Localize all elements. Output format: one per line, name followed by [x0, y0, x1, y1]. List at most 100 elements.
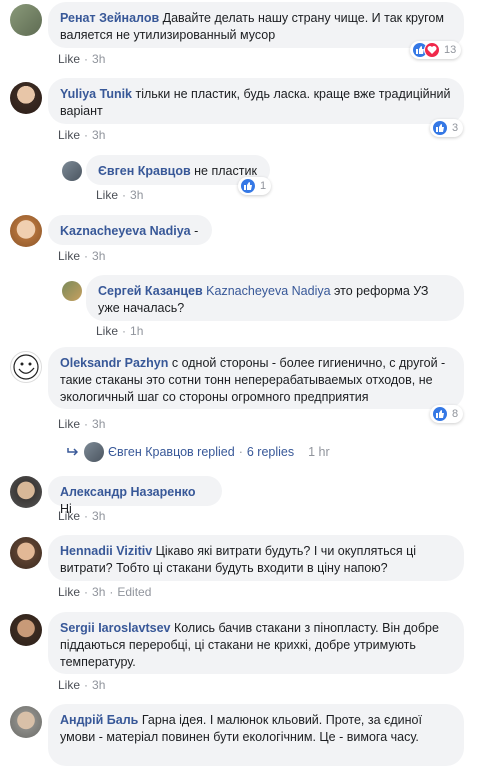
like-button[interactable]: Like	[58, 678, 80, 692]
replied-label: replied	[197, 445, 235, 459]
mention-link[interactable]: Kaznacheyeva Nadiya	[206, 284, 330, 298]
timestamp[interactable]: 1h	[130, 324, 143, 338]
avatar[interactable]	[10, 351, 42, 383]
like-button[interactable]: Like	[58, 52, 80, 66]
comment: Kaznacheyeva Nadiya - Like · 3h	[0, 213, 484, 265]
comment-bubble: Ренат Зейналов Давайте делать нашу стран…	[48, 2, 464, 48]
like-button[interactable]: Like	[58, 128, 80, 142]
meta-separator: ·	[238, 445, 243, 459]
meta-separator: ·	[84, 128, 89, 142]
replies-time: 1 hr	[308, 445, 330, 459]
comment-bubble: Oleksandr Pazhyn с одной стороны - более…	[48, 347, 464, 409]
timestamp[interactable]: 3h	[92, 509, 105, 523]
comment: Ренат Зейналов Давайте делать нашу стран…	[0, 0, 484, 68]
comment-meta: Like · 3h	[96, 188, 143, 202]
comment-meta: Like · 3h	[58, 678, 105, 692]
timestamp[interactable]: 3h	[92, 585, 105, 599]
reply: Євген Кравцов не пластик 1 Like · 3h	[0, 153, 484, 203]
reaction-count[interactable]: 1	[238, 177, 272, 195]
comment: Андрій Баль Гарна ідея. І малюнок кльови…	[0, 704, 484, 766]
timestamp[interactable]: 3h	[92, 52, 105, 66]
comment-meta: Like · 1h	[96, 324, 143, 338]
comment-author[interactable]: Александр Назаренко	[60, 485, 196, 499]
avatar[interactable]	[10, 4, 42, 36]
comment-bubble: Yuliya Tunik тільки не пластик, будь лас…	[48, 78, 464, 124]
avatar[interactable]	[62, 161, 82, 181]
replies-count[interactable]: 6 replies	[247, 445, 294, 459]
comment-bubble: Александр Назаренко Ні	[48, 476, 222, 516]
replier-name[interactable]: Євген Кравцов	[108, 445, 194, 459]
comment-author[interactable]: Hennadii Vizitiv	[60, 544, 152, 558]
comment-author[interactable]: Yuliya Tunik	[60, 87, 132, 101]
like-button[interactable]: Like	[58, 509, 80, 523]
comment-text: -	[194, 224, 199, 238]
comment-meta: Like · 3h	[58, 417, 105, 431]
meta-separator: ·	[122, 324, 127, 338]
comment-author[interactable]: Oleksandr Pazhyn	[60, 356, 168, 370]
meta-separator: ·	[84, 509, 89, 523]
comment-text: не пластик	[194, 164, 257, 178]
like-icon	[432, 120, 448, 136]
avatar[interactable]	[10, 82, 42, 114]
comment-bubble: Hennadii Vizitiv Цікаво які витрати буду…	[48, 535, 464, 581]
like-button[interactable]: Like	[96, 324, 118, 338]
comment-author[interactable]: Андрій Баль	[60, 713, 138, 727]
comment: Yuliya Tunik тільки не пластик, будь лас…	[0, 78, 484, 148]
comment: Hennadii Vizitiv Цікаво які витрати буду…	[0, 535, 484, 605]
reaction-count[interactable]: 3	[430, 119, 464, 137]
comment-meta: Like · 3h	[58, 52, 105, 66]
avatar[interactable]	[62, 281, 82, 301]
avatar[interactable]	[10, 215, 42, 247]
comment-author[interactable]: Ренат Зейналов	[60, 11, 159, 25]
reaction-number: 1	[260, 180, 267, 192]
comment-author[interactable]: Sergii Iaroslavtsev	[60, 621, 170, 635]
comment: Sergii Iaroslavtsev Колись бачив стакани…	[0, 612, 484, 698]
like-button[interactable]: Like	[58, 249, 80, 263]
like-icon	[240, 178, 256, 194]
timestamp[interactable]: 3h	[92, 678, 105, 692]
avatar[interactable]	[10, 614, 42, 646]
reaction-number: 8	[452, 408, 459, 420]
timestamp[interactable]: 3h	[92, 128, 105, 142]
comment-meta: Like · 3h · Edited	[58, 585, 151, 599]
like-button[interactable]: Like	[58, 417, 80, 431]
like-icon	[432, 406, 448, 422]
view-replies-link[interactable]: Євген Кравцов replied · 6 replies 1 hr	[66, 442, 330, 462]
reaction-count[interactable]: 13	[410, 41, 462, 59]
meta-separator: ·	[84, 417, 89, 431]
comment: Александр Назаренко Ні Like · 3h	[0, 474, 484, 528]
reaction-number: 3	[452, 122, 459, 134]
reply: Сергей Казанцев Kaznacheyeva Nadiya это …	[0, 273, 484, 339]
comment-author[interactable]: Kaznacheyeva Nadiya	[60, 224, 191, 238]
comment-bubble: Сергей Казанцев Kaznacheyeva Nadiya это …	[86, 275, 464, 321]
timestamp[interactable]: 3h	[92, 249, 105, 263]
timestamp[interactable]: 3h	[130, 188, 143, 202]
meta-separator: ·	[84, 585, 89, 599]
reply-arrow-icon	[67, 448, 78, 456]
avatar[interactable]	[10, 476, 42, 508]
comment-meta: Like · 3h	[58, 509, 105, 523]
comment-bubble: Sergii Iaroslavtsev Колись бачив стакани…	[48, 612, 464, 674]
like-button[interactable]: Like	[96, 188, 118, 202]
meta-separator: ·	[84, 52, 89, 66]
like-button[interactable]: Like	[58, 585, 80, 599]
edited-label[interactable]: Edited	[117, 585, 151, 599]
avatar[interactable]	[10, 706, 42, 738]
reaction-number: 13	[444, 44, 457, 56]
comment-meta: Like · 3h	[58, 249, 105, 263]
love-icon	[424, 42, 440, 58]
reaction-count[interactable]: 8	[430, 405, 464, 423]
troll-face-icon	[13, 354, 39, 380]
timestamp[interactable]: 3h	[92, 417, 105, 431]
meta-separator: ·	[109, 585, 114, 599]
meta-separator: ·	[84, 678, 89, 692]
avatar	[84, 442, 104, 462]
meta-separator: ·	[122, 188, 127, 202]
meta-separator: ·	[84, 249, 89, 263]
comment-author[interactable]: Євген Кравцов	[98, 164, 191, 178]
avatar[interactable]	[10, 537, 42, 569]
comment-author[interactable]: Сергей Казанцев	[98, 284, 203, 298]
comment-bubble: Андрій Баль Гарна ідея. І малюнок кльови…	[48, 704, 464, 766]
comment-meta: Like · 3h	[58, 128, 105, 142]
comment: Oleksandr Pazhyn с одной стороны - более…	[0, 347, 484, 439]
